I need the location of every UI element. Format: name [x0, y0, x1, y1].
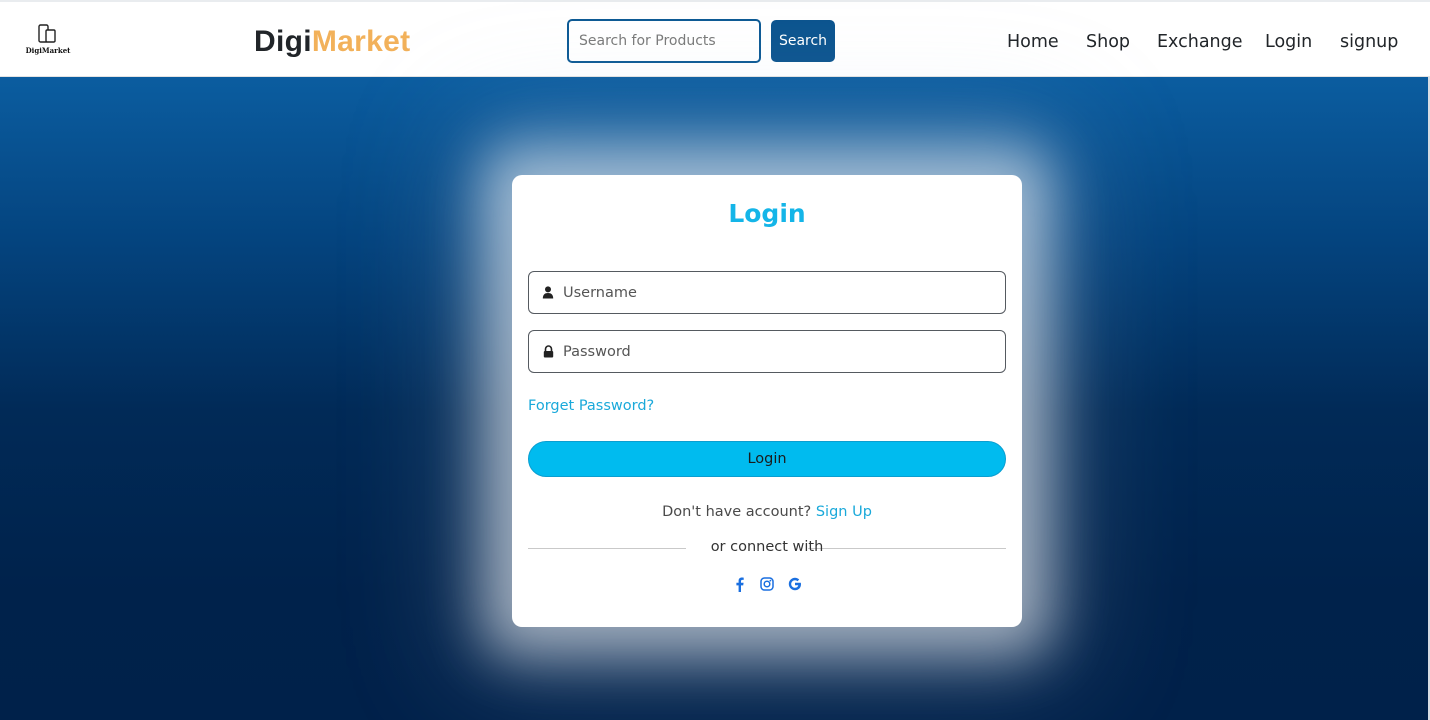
no-account-text: Don't have account? — [662, 504, 812, 520]
connect-divider: or connect with — [528, 539, 1006, 559]
login-submit-button[interactable]: Login — [528, 441, 1006, 477]
login-title: Login — [728, 199, 806, 228]
password-field[interactable] — [528, 330, 1006, 373]
divider-text: or connect with — [710, 539, 824, 555]
instagram-icon[interactable] — [759, 576, 776, 593]
nav-links: Home Shop Exchange Login signup — [0, 2, 1430, 79]
facebook-icon[interactable] — [731, 576, 748, 593]
social-login-list — [512, 574, 1022, 594]
nav-signup[interactable]: signup — [1340, 30, 1398, 54]
password-input[interactable] — [563, 332, 1005, 371]
username-field[interactable] — [528, 271, 1006, 314]
lock-icon — [541, 345, 555, 359]
top-navbar: DigiMarket DigiMarket Search Home Shop E… — [0, 0, 1430, 77]
nav-login[interactable]: Login — [1265, 30, 1312, 54]
login-card: Login Forget Password? Login Don't have … — [512, 175, 1022, 627]
signup-prompt: Don't have account? Sign Up — [512, 504, 1022, 520]
nav-home[interactable]: Home — [1007, 30, 1059, 54]
username-input[interactable] — [563, 273, 1005, 312]
nav-exchange[interactable]: Exchange — [1157, 30, 1243, 54]
google-icon[interactable] — [787, 576, 804, 593]
signup-link[interactable]: Sign Up — [816, 504, 872, 520]
user-icon — [541, 286, 555, 300]
nav-shop[interactable]: Shop — [1086, 30, 1130, 54]
forgot-password-link[interactable]: Forget Password? — [528, 398, 654, 414]
